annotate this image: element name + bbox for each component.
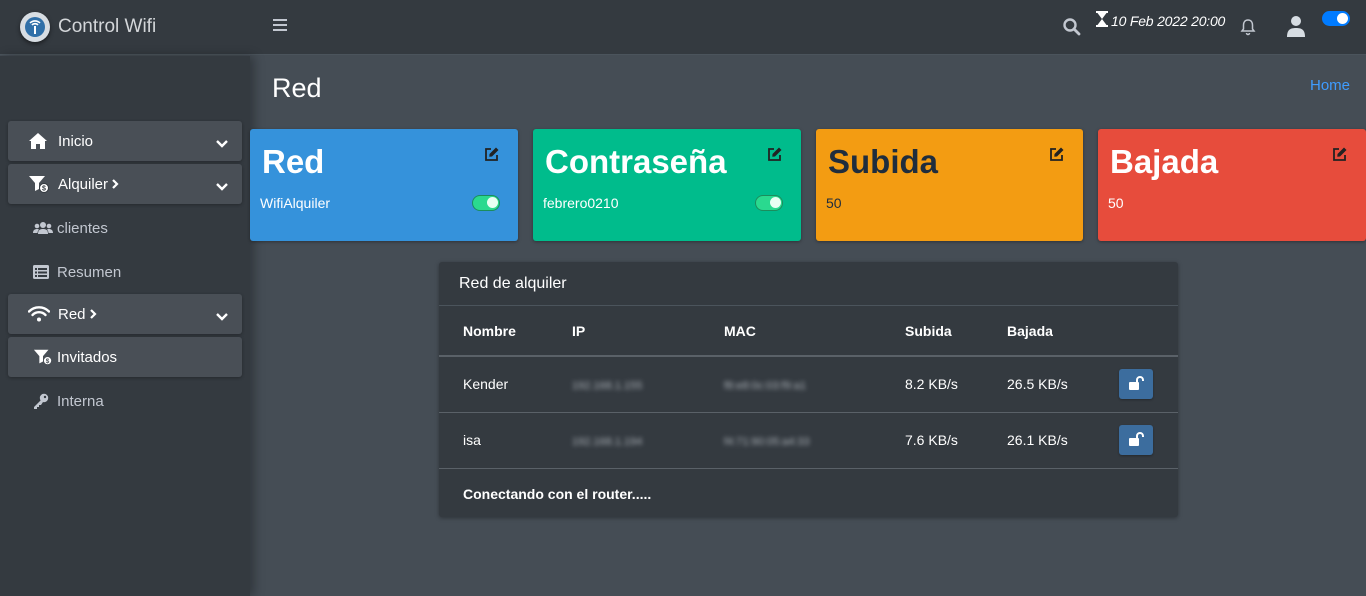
bell-icon[interactable] <box>1240 18 1256 41</box>
column-header-actions <box>1119 306 1178 357</box>
enable-switch[interactable] <box>472 195 500 211</box>
column-header: Bajada <box>1007 306 1119 357</box>
cell-mac: f4:71:90:05:a4:33 <box>724 436 810 448</box>
theme-toggle[interactable] <box>1322 11 1350 26</box>
info-box-subida: Subida 50 <box>816 129 1083 241</box>
cell-ip: 192.168.1.194 <box>572 436 643 448</box>
info-box-bajada: Bajada 50 <box>1098 129 1366 241</box>
table-row: isa 192.168.1.194 f4:71:90:05:a4:33 7.6 … <box>439 412 1178 469</box>
cell-nombre: isa <box>439 412 572 469</box>
info-box-title: Red <box>262 143 325 180</box>
edit-icon[interactable] <box>484 146 500 167</box>
unlock-button[interactable] <box>1119 425 1153 455</box>
clients-table: Nombre IP MAC Subida Bajada Kender 192.1… <box>439 306 1178 469</box>
sidebar-item-resumen[interactable]: Resumen <box>8 252 242 292</box>
cell-ip: 192.168.1.155 <box>572 380 643 393</box>
column-header: Subida <box>905 306 1007 357</box>
cell-subida: 8.2 KB/s <box>905 356 1007 413</box>
users-icon <box>33 221 53 235</box>
sidebar-item-label: Inicio <box>58 132 94 150</box>
column-header: IP <box>572 306 724 357</box>
sidebar-item-clientes[interactable]: clientes <box>8 208 242 248</box>
column-header: Nombre <box>439 306 572 357</box>
sidebar: Inicio $ Alquiler clientes Resumen Red $… <box>0 56 250 596</box>
info-box-title: Contraseña <box>545 143 727 180</box>
money-filter-icon: $ <box>28 175 52 193</box>
router-status: Conectando con el router..... <box>463 486 652 502</box>
sidebar-item-label: Alquiler <box>58 175 109 193</box>
info-box-value: febrero0210 <box>543 195 619 211</box>
info-box-value: 50 <box>1108 195 1124 211</box>
unlock-icon <box>1128 431 1144 449</box>
wifi-icon <box>28 306 52 322</box>
enable-switch[interactable] <box>755 195 783 211</box>
table-row: Kender 192.168.1.155 f8:e8:0c:03:f9:a1 8… <box>439 356 1178 413</box>
datetime-text: 10 Feb 2022 20:00 <box>1111 12 1226 29</box>
user-icon[interactable] <box>1286 15 1306 42</box>
money-filter-icon: $ <box>33 348 53 366</box>
chevron-right-icon <box>89 306 97 323</box>
cell-bajada: 26.1 KB/s <box>1007 412 1119 469</box>
chevron-down-icon <box>216 178 228 195</box>
brand[interactable]: Control Wifi <box>0 0 250 55</box>
cell-mac: f8:e8:0c:03:f9:a1 <box>724 380 806 393</box>
sidebar-item-label: Resumen <box>57 263 122 281</box>
search-icon[interactable] <box>1062 17 1082 42</box>
sidebar-item-red[interactable]: Red <box>8 294 242 334</box>
sidebar-item-label: Invitados <box>57 348 118 366</box>
home-icon <box>28 132 52 150</box>
chevron-down-icon <box>216 135 228 152</box>
info-box-title: Subida <box>828 143 939 180</box>
info-box-contrasena: Contraseña febrero0210 <box>533 129 801 241</box>
sidebar-item-label: Interna <box>57 392 104 410</box>
unlock-button[interactable] <box>1119 369 1153 400</box>
edit-icon[interactable] <box>1332 146 1348 167</box>
info-box-title: Bajada <box>1110 143 1219 180</box>
top-navbar: Control Wifi 10 Feb 2022 20:00 <box>0 0 1366 55</box>
info-box-value: 50 <box>826 195 842 211</box>
sidebar-item-invitados[interactable]: $ Invitados <box>8 337 242 377</box>
info-box-red: Red WifiAlquiler <box>250 129 518 241</box>
sidebar-item-inicio[interactable]: Inicio <box>8 121 242 161</box>
info-box-value: WifiAlquiler <box>260 195 331 211</box>
hourglass-icon <box>1096 11 1108 30</box>
sidebar-item-interna[interactable]: Interna <box>8 381 242 421</box>
list-icon <box>33 265 53 279</box>
sidebar-item-label: clientes <box>57 219 108 237</box>
chevron-down-icon <box>216 308 228 325</box>
sidebar-item-label: Red <box>58 305 86 323</box>
breadcrumb-home[interactable]: Home <box>1310 77 1350 94</box>
page-title: Red <box>272 73 322 103</box>
clients-card: Red de alquiler Nombre IP MAC Subida Baj… <box>439 262 1178 517</box>
cell-subida: 7.6 KB/s <box>905 412 1007 469</box>
brand-title: Control Wifi <box>58 16 157 37</box>
key-icon <box>33 393 53 409</box>
sidebar-item-alquiler[interactable]: $ Alquiler <box>8 164 242 204</box>
cell-nombre: Kender <box>439 356 572 413</box>
datetime: 10 Feb 2022 20:00 <box>1096 11 1225 30</box>
edit-icon[interactable] <box>1049 146 1065 167</box>
svg-text:$: $ <box>42 186 46 193</box>
unlock-icon <box>1128 375 1144 393</box>
column-header: MAC <box>724 306 905 357</box>
table-header-row: Nombre IP MAC Subida Bajada <box>439 306 1178 357</box>
chevron-right-icon <box>112 176 119 193</box>
menu-icon[interactable] <box>272 17 290 37</box>
cell-bajada: 26.5 KB/s <box>1007 356 1119 413</box>
svg-text:$: $ <box>46 358 50 365</box>
wifi-antenna-icon <box>20 12 50 42</box>
edit-icon[interactable] <box>767 146 783 167</box>
card-title: Red de alquiler <box>439 262 1178 306</box>
